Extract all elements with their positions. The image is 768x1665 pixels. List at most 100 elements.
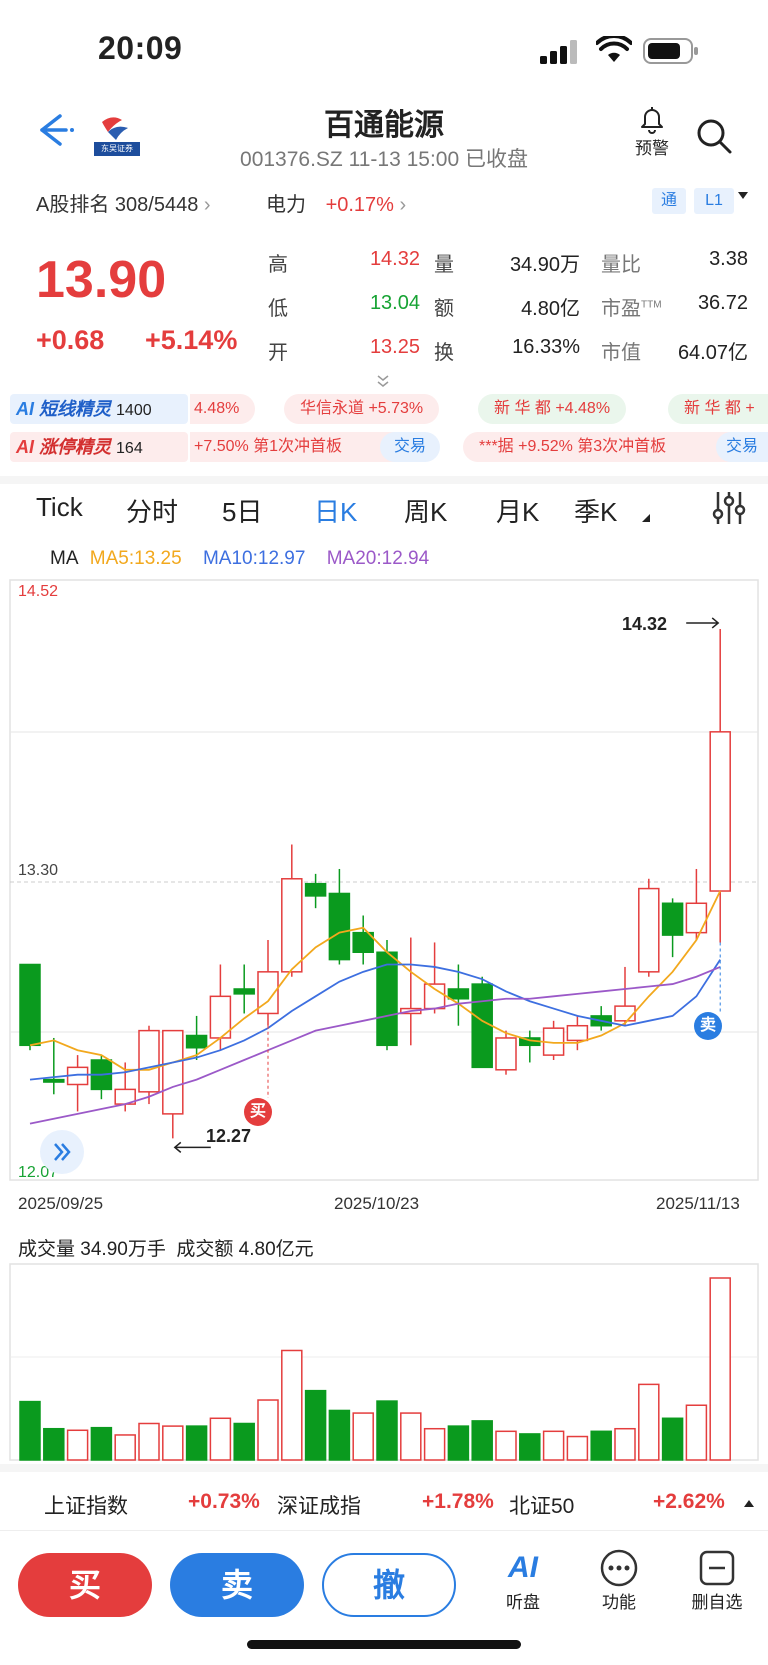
ai-pill[interactable]: 新 华 都 + — [668, 394, 768, 424]
volume-bar[interactable] — [519, 1433, 541, 1461]
volume-bar[interactable] — [566, 1435, 589, 1461]
index-name[interactable]: 北证50 — [509, 1490, 574, 1520]
candle-down[interactable] — [233, 988, 255, 995]
ai-limit-up-name: 涨停精灵 — [39, 437, 112, 457]
sell-button[interactable]: 卖 — [170, 1553, 304, 1617]
divider — [0, 1464, 768, 1472]
candle-down[interactable] — [19, 963, 41, 1047]
remove-watchlist-button[interactable]: 删自选 — [682, 1548, 752, 1613]
trade-button[interactable]: 交易 — [380, 432, 441, 462]
volume-bar[interactable] — [495, 1430, 517, 1461]
functions-button[interactable]: 功能 — [584, 1548, 654, 1613]
candle-up[interactable] — [638, 887, 660, 973]
volume-bar[interactable] — [304, 1389, 327, 1461]
ai-pill[interactable]: 4.48% — [190, 394, 256, 424]
volume-bar[interactable] — [661, 1417, 684, 1461]
candle-up[interactable] — [614, 1005, 636, 1022]
candle-up[interactable] — [423, 983, 446, 1010]
chevron-double-down-icon[interactable] — [376, 374, 390, 388]
ai-pill[interactable]: 华信永道 +5.73% — [284, 394, 440, 424]
tab-5day[interactable]: 5日 — [222, 492, 262, 529]
volume-bar[interactable] — [590, 1430, 612, 1461]
dropdown-triangle-icon[interactable] — [738, 192, 748, 199]
search-icon[interactable] — [694, 116, 734, 156]
trade-button[interactable]: 交易 — [716, 432, 768, 462]
candle-down[interactable] — [304, 882, 327, 897]
ai-listen-button[interactable]: AI 听盘 — [488, 1548, 558, 1613]
volume-bar[interactable] — [542, 1430, 565, 1461]
tab-tick[interactable]: Tick — [36, 492, 83, 523]
ai-label: AI — [16, 437, 34, 457]
tab-intraday[interactable]: 分时 — [126, 492, 178, 529]
candle-up[interactable] — [709, 731, 731, 892]
battery-icon — [643, 38, 698, 64]
candle-up[interactable] — [495, 1037, 517, 1071]
volume-bar[interactable] — [471, 1420, 493, 1461]
ai-pill[interactable]: ***据 +9.52% 第3次冲首板 — [463, 432, 757, 462]
turnover-label: 换 — [434, 342, 454, 364]
expand-chart-button[interactable] — [40, 1130, 84, 1174]
candle-down[interactable] — [328, 892, 351, 961]
volume-bar[interactable] — [328, 1409, 351, 1461]
volume-bar[interactable] — [114, 1434, 136, 1461]
candle-down[interactable] — [43, 1078, 65, 1083]
volume-bar[interactable] — [400, 1412, 422, 1461]
sell-signal-marker[interactable]: 卖 — [694, 1012, 722, 1040]
volume-bar[interactable] — [209, 1417, 232, 1461]
ai-short-line-badge[interactable]: AI 短线精灵 1400 — [10, 394, 188, 424]
candle-down[interactable] — [471, 983, 493, 1069]
x-axis-label-start: 2025/09/25 — [18, 1194, 104, 1213]
buy-button[interactable]: 买 — [18, 1553, 152, 1617]
volume-bar[interactable] — [614, 1427, 636, 1461]
ai-pill[interactable]: 新 华 都 +4.48% — [478, 394, 627, 424]
amount-value: 4.80亿 — [521, 298, 580, 320]
volume-bar[interactable] — [66, 1429, 89, 1461]
volume-bar[interactable] — [162, 1425, 184, 1461]
volume-bar[interactable] — [638, 1383, 660, 1461]
candle-up[interactable] — [566, 1024, 589, 1042]
candlestick-chart[interactable] — [0, 578, 768, 1218]
volume-bar[interactable] — [709, 1277, 731, 1461]
volume-bar[interactable] — [233, 1422, 255, 1461]
candle-up[interactable] — [281, 878, 303, 973]
tab-monthly-k[interactable]: 月K — [496, 492, 539, 529]
volume-bar[interactable] — [19, 1400, 41, 1461]
cancel-order-button[interactable]: 撤 — [322, 1553, 456, 1617]
chart-settings-icon[interactable] — [712, 490, 746, 526]
volume-bar[interactable] — [281, 1349, 303, 1461]
volume-bar[interactable] — [257, 1399, 279, 1461]
volume-chart[interactable] — [0, 1262, 768, 1462]
market-rank[interactable]: A股排名 308/5448 › — [36, 188, 211, 217]
index-name[interactable]: 深证成指 — [277, 1490, 361, 1520]
tab-daily-k[interactable]: 日K — [314, 492, 357, 529]
ai-limit-up-badge[interactable]: AI 涨停精灵 164 — [10, 432, 188, 462]
y-axis-top-label: 14.52 — [18, 583, 59, 600]
level-tag[interactable]: L1 — [694, 188, 734, 214]
tab-quarterly-k[interactable]: 季K — [574, 492, 617, 529]
candle-up[interactable] — [685, 902, 708, 934]
sector-link[interactable]: 电力 +0.17% › — [266, 188, 406, 217]
alert-button[interactable]: 预警 — [630, 104, 674, 164]
status-time: 20:09 — [98, 30, 183, 66]
candle-up[interactable] — [162, 1029, 184, 1115]
candle-down[interactable] — [661, 902, 684, 936]
market-cap-label: 市值 — [601, 342, 641, 364]
volume-bar[interactable] — [90, 1426, 113, 1461]
volume-bar[interactable] — [423, 1427, 446, 1461]
index-name[interactable]: 上证指数 — [44, 1490, 128, 1520]
volume-bar[interactable] — [376, 1400, 398, 1461]
expand-up-triangle-icon[interactable] — [744, 1500, 754, 1507]
candle-up[interactable] — [138, 1029, 160, 1093]
candle-down[interactable] — [447, 988, 470, 1000]
volume-bar[interactable] — [447, 1425, 470, 1461]
volume-bar[interactable] — [138, 1422, 160, 1461]
tab-weekly-k[interactable]: 周K — [404, 492, 447, 529]
volume-bar[interactable] — [685, 1404, 708, 1461]
volume-bar[interactable] — [352, 1412, 374, 1461]
pe-label-text: 市盈 — [601, 298, 641, 320]
connect-tag[interactable]: 通 — [652, 188, 686, 214]
buy-signal-marker[interactable]: 买 — [244, 1098, 272, 1126]
volume-bar[interactable] — [43, 1427, 65, 1461]
candle-down[interactable] — [185, 1034, 208, 1049]
volume-bar[interactable] — [185, 1425, 208, 1461]
